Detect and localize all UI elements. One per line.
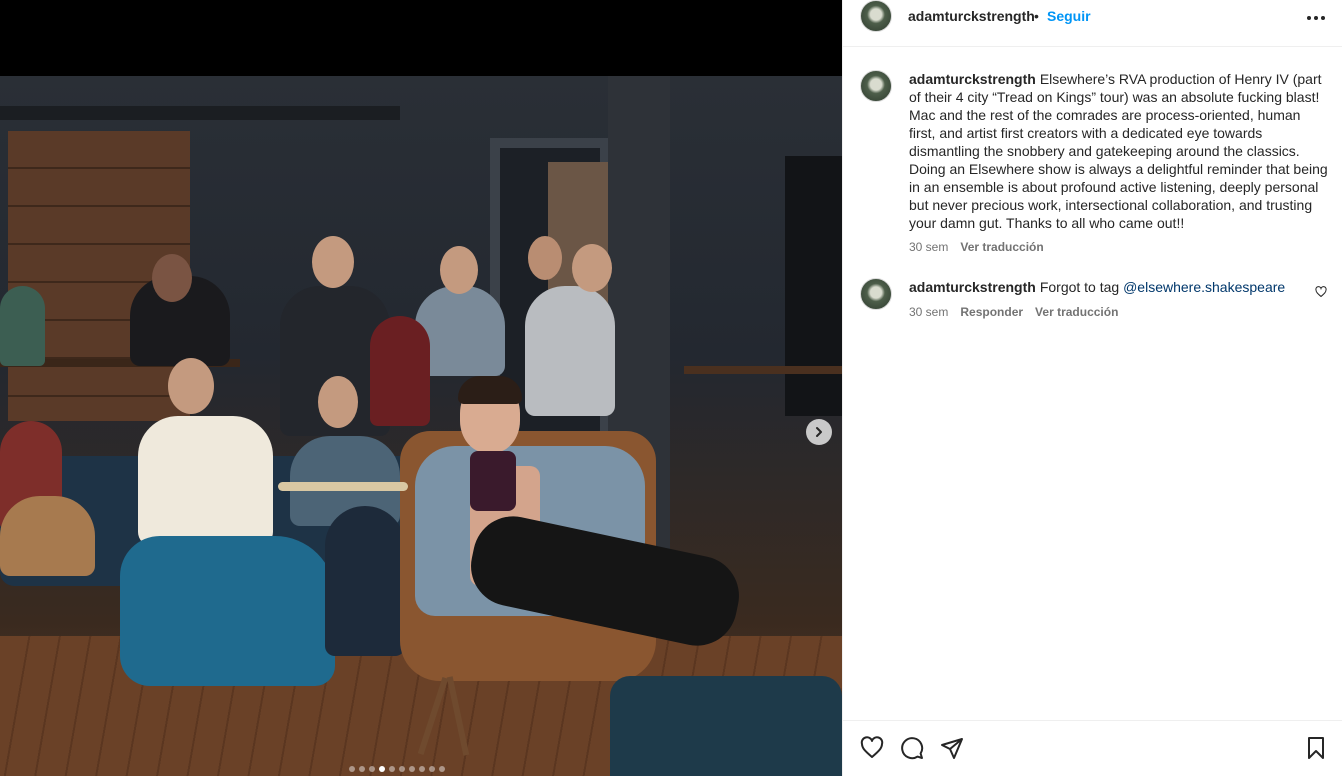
carousel-dot xyxy=(419,766,425,772)
follow-button[interactable]: Seguir xyxy=(1047,8,1091,24)
carousel-dot xyxy=(389,766,395,772)
comment-meta: 30 sem Responder Ver traducción xyxy=(909,305,1118,319)
avatar[interactable] xyxy=(860,0,892,32)
caption-time[interactable]: 30 sem xyxy=(909,240,948,254)
caption-body: adamturckstrength Elsewhere’s RVA product… xyxy=(909,70,1329,232)
comment-body: adamturckstrength Forgot to tag @elsewher… xyxy=(909,278,1329,296)
header-separator: • xyxy=(1034,8,1039,24)
share-icon xyxy=(941,738,963,759)
post-header: adamturckstrength • Seguir xyxy=(843,0,1342,47)
bookmark-icon xyxy=(1308,737,1324,759)
heart-icon xyxy=(860,736,884,758)
post-action-bar xyxy=(843,720,1342,776)
chevron-right-icon xyxy=(816,427,822,437)
comment-username[interactable]: adamturckstrength xyxy=(909,279,1036,295)
carousel-dot xyxy=(439,766,445,772)
carousel-dot xyxy=(349,766,355,772)
translate-button[interactable]: Ver traducción xyxy=(960,240,1043,254)
heart-icon xyxy=(1315,285,1327,297)
carousel-dot xyxy=(359,766,365,772)
header-username[interactable]: adamturckstrength xyxy=(908,8,1035,24)
caption-text: Elsewhere’s RVA production of Henry IV (… xyxy=(909,71,1328,231)
translate-button[interactable]: Ver traducción xyxy=(1035,305,1118,319)
post-photo xyxy=(0,76,842,776)
reply-button[interactable]: Responder xyxy=(960,305,1023,319)
more-icon xyxy=(1307,15,1325,20)
carousel-dot xyxy=(399,766,405,772)
more-options-button[interactable] xyxy=(1303,4,1329,26)
carousel-dots xyxy=(349,766,445,772)
like-button[interactable] xyxy=(859,736,885,762)
caption-username[interactable]: adamturckstrength xyxy=(909,71,1036,87)
share-button[interactable] xyxy=(939,736,965,762)
caption-meta: 30 sem Ver traducción xyxy=(909,240,1044,254)
post-media xyxy=(0,0,842,776)
carousel-dot xyxy=(409,766,415,772)
comment-like-button[interactable] xyxy=(1313,285,1329,301)
avatar[interactable] xyxy=(860,278,892,310)
comment-text: Forgot to tag xyxy=(1039,279,1124,295)
carousel-dot xyxy=(369,766,375,772)
carousel-next-button[interactable] xyxy=(806,419,832,445)
comment-mention-link[interactable]: @elsewhere.shakespeare xyxy=(1123,279,1285,295)
comment-time[interactable]: 30 sem xyxy=(909,305,948,319)
post-side-panel: adamturckstrength • Seguir adamturckstre… xyxy=(842,0,1342,776)
comment-icon xyxy=(901,737,924,760)
carousel-dot xyxy=(379,766,385,772)
comment-button[interactable] xyxy=(899,736,925,762)
save-button[interactable] xyxy=(1303,736,1329,762)
carousel-dot xyxy=(429,766,435,772)
avatar[interactable] xyxy=(860,70,892,102)
